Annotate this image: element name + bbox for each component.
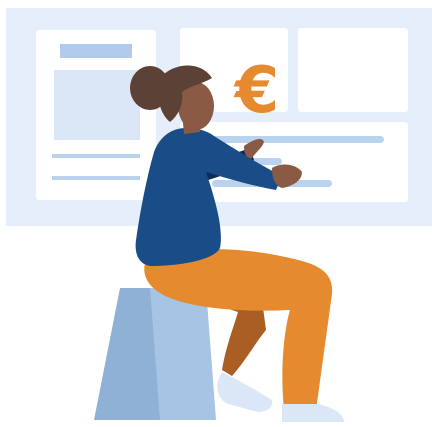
back-shoe — [217, 372, 273, 412]
panel-title-bar — [60, 44, 132, 58]
top-right-panel — [298, 28, 408, 112]
front-shoe — [282, 404, 344, 422]
panel-image-placeholder — [54, 70, 140, 140]
illustration-scene — [6, 8, 432, 422]
stool — [94, 288, 216, 420]
panel-text-line — [52, 176, 140, 180]
stool-front — [150, 288, 216, 420]
euro-symbol: € — [234, 54, 280, 128]
bottom-panel-line — [212, 136, 384, 143]
panel-text-line — [52, 154, 140, 158]
